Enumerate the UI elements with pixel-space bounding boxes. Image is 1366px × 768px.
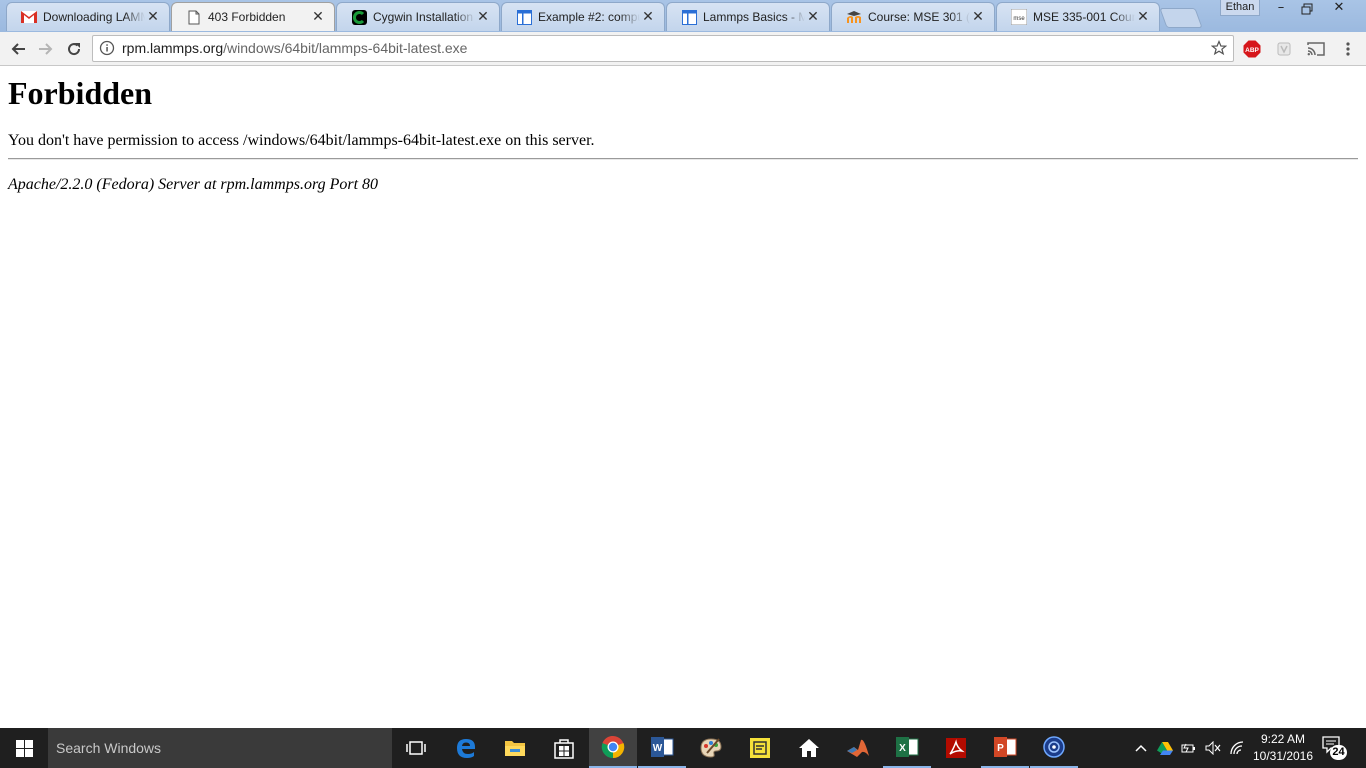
clock[interactable]: 9:22 AM 10/31/2016 bbox=[1250, 731, 1316, 765]
mse-favicon-text: mse bbox=[1013, 16, 1025, 22]
show-hidden-icons-icon[interactable] bbox=[1132, 738, 1150, 758]
google-drive-icon[interactable] bbox=[1156, 738, 1174, 758]
tab-example-2[interactable]: Example #2: compu ✕ bbox=[501, 2, 665, 31]
task-view-icon[interactable] bbox=[392, 728, 440, 768]
address-bar-url: rpm.lammps.org/windows/64bit/lammps-64bi… bbox=[122, 36, 467, 61]
taskbar: Search Windows W X P 9:22 AM 10/31/2016 … bbox=[0, 728, 1366, 768]
doc-icon bbox=[681, 9, 697, 25]
close-tab-icon[interactable]: ✕ bbox=[640, 9, 656, 25]
new-tab-button[interactable] bbox=[1159, 8, 1203, 28]
close-tab-icon[interactable]: ✕ bbox=[475, 9, 491, 25]
power-icon[interactable] bbox=[1180, 738, 1198, 758]
address-bar[interactable]: rpm.lammps.org/windows/64bit/lammps-64bi… bbox=[92, 35, 1234, 62]
error-message: You don't have permission to access /win… bbox=[8, 132, 595, 149]
clock-time: 9:22 AM bbox=[1260, 732, 1306, 746]
tab-title: 403 Forbidden bbox=[208, 10, 286, 24]
close-tab-icon[interactable]: ✕ bbox=[805, 9, 821, 25]
url-path: /windows/64bit/lammps-64bit-latest.exe bbox=[223, 40, 468, 56]
tab-strip: Downloading LAMMPS ✕ 403 Forbidden ✕ Cyg… bbox=[6, 0, 1203, 32]
mse-icon: mse bbox=[1011, 9, 1027, 25]
edge-browser-icon[interactable] bbox=[442, 728, 490, 768]
svg-text:P: P bbox=[997, 743, 1004, 754]
matlab-icon[interactable] bbox=[834, 728, 882, 768]
adblock-plus-icon[interactable]: ABP bbox=[1242, 39, 1262, 59]
tab-mse-335[interactable]: mse MSE 335-001 Cours ✕ bbox=[996, 2, 1160, 31]
taskbar-search-box[interactable]: Search Windows bbox=[48, 728, 392, 768]
minimize-icon[interactable]: – bbox=[1268, 0, 1294, 18]
tab-cygwin-installation[interactable]: Cygwin Installation ✕ bbox=[336, 2, 500, 31]
close-tab-icon[interactable]: ✕ bbox=[310, 9, 326, 25]
chrome-icon[interactable] bbox=[589, 728, 637, 768]
windows-logo-icon bbox=[15, 739, 33, 757]
adblock-label: ABP bbox=[1245, 47, 1259, 54]
search-placeholder: Search Windows bbox=[56, 740, 162, 756]
page-content: Forbidden You don't have permission to a… bbox=[0, 66, 1366, 728]
file-explorer-icon[interactable] bbox=[491, 728, 539, 768]
powerpoint-icon[interactable]: P bbox=[981, 728, 1029, 768]
acrobat-icon[interactable] bbox=[932, 728, 980, 768]
close-tab-icon[interactable]: ✕ bbox=[970, 9, 986, 25]
tab-downloading-lammps[interactable]: Downloading LAMMPS ✕ bbox=[6, 2, 170, 31]
browser-toolbar: rpm.lammps.org/windows/64bit/lammps-64bi… bbox=[0, 32, 1366, 66]
tab-title: Cygwin Installation bbox=[373, 10, 474, 24]
cast-icon[interactable] bbox=[1306, 39, 1326, 59]
action-center-button[interactable]: 24 bbox=[1322, 736, 1348, 760]
tab-course-mse-301[interactable]: Course: MSE 301 (0 ✕ bbox=[831, 2, 995, 31]
reload-button[interactable] bbox=[62, 37, 86, 61]
info-icon[interactable] bbox=[99, 40, 115, 56]
shield-extension-icon[interactable] bbox=[1274, 39, 1294, 59]
back-button[interactable] bbox=[6, 37, 30, 61]
excel-icon[interactable]: X bbox=[883, 728, 931, 768]
page-heading: Forbidden bbox=[8, 75, 153, 111]
cygwin-icon bbox=[351, 9, 367, 25]
divider bbox=[8, 158, 1358, 160]
doc-icon bbox=[516, 9, 532, 25]
svg-text:W: W bbox=[653, 743, 663, 754]
volume-muted-icon[interactable] bbox=[1204, 738, 1222, 758]
notification-count-badge: 24 bbox=[1330, 745, 1347, 760]
clock-date: 10/31/2016 bbox=[1252, 749, 1314, 763]
tab-title: Example #2: compu bbox=[538, 10, 640, 24]
browser-title-bar: Downloading LAMMPS ✕ 403 Forbidden ✕ Cyg… bbox=[0, 0, 1366, 32]
server-signature: Apache/2.2.0 (Fedora) Server at rpm.lamm… bbox=[8, 176, 379, 193]
moodle-icon bbox=[846, 9, 862, 25]
tab-lammps-basics[interactable]: Lammps Basics - M ✕ bbox=[666, 2, 830, 31]
svg-text:X: X bbox=[899, 743, 906, 754]
disc-app-icon[interactable] bbox=[1030, 728, 1078, 768]
bookmark-star-icon[interactable] bbox=[1210, 39, 1228, 56]
store-icon[interactable] bbox=[540, 728, 588, 768]
url-host: rpm.lammps.org bbox=[122, 40, 224, 56]
tab-403-forbidden[interactable]: 403 Forbidden ✕ bbox=[171, 2, 335, 31]
sticky-notes-icon[interactable] bbox=[736, 728, 784, 768]
restore-icon[interactable] bbox=[1294, 0, 1320, 18]
forward-button[interactable] bbox=[34, 37, 58, 61]
home-icon[interactable] bbox=[785, 728, 833, 768]
gmail-icon bbox=[21, 9, 37, 25]
page-icon bbox=[186, 9, 202, 25]
tab-title: Lammps Basics - M bbox=[703, 10, 805, 24]
start-button[interactable] bbox=[0, 728, 48, 768]
close-tab-icon[interactable]: ✕ bbox=[1135, 9, 1151, 25]
wifi-icon[interactable] bbox=[1228, 738, 1246, 758]
profile-button[interactable]: Ethan bbox=[1220, 0, 1260, 16]
menu-icon[interactable] bbox=[1338, 39, 1358, 59]
close-window-icon[interactable]: ✕ bbox=[1326, 0, 1352, 18]
tab-title: Course: MSE 301 (0 bbox=[868, 10, 970, 24]
tab-title: MSE 335-001 Cours bbox=[1033, 10, 1135, 24]
paint-icon[interactable] bbox=[687, 728, 735, 768]
tab-title: Downloading LAMMPS bbox=[43, 10, 145, 24]
word-icon[interactable]: W bbox=[638, 728, 686, 768]
close-tab-icon[interactable]: ✕ bbox=[145, 9, 161, 25]
